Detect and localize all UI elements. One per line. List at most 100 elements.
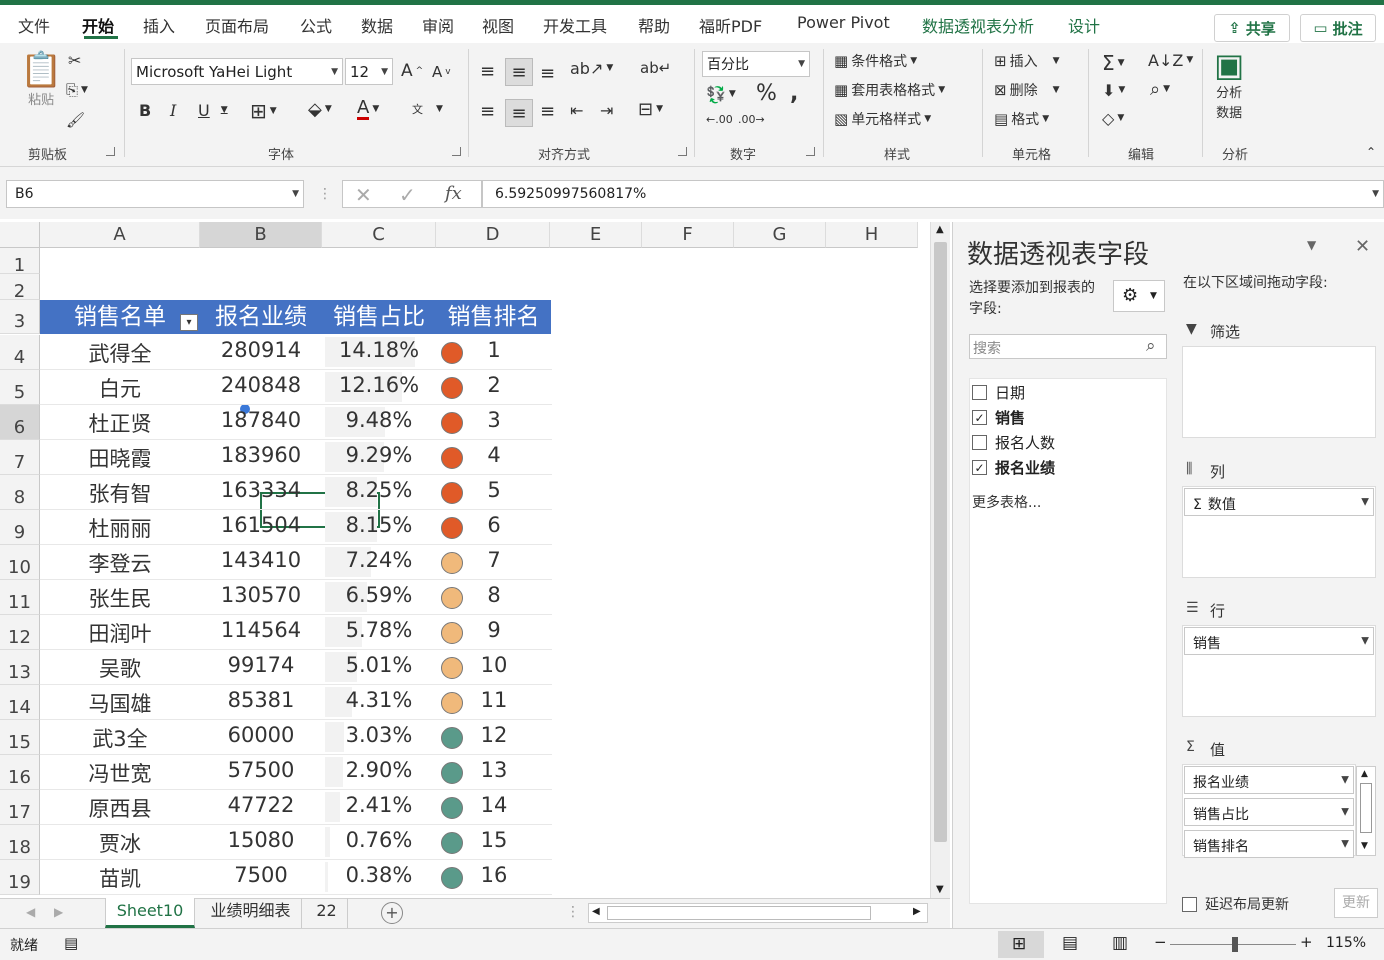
tab-view[interactable]: 视图 <box>482 13 514 37</box>
field-item[interactable]: ✓ 销售 <box>972 407 1025 428</box>
cell-name[interactable]: 苗凯 <box>40 863 200 893</box>
comma-style-icon[interactable]: , <box>790 81 798 106</box>
filter-dropdown-icon[interactable]: ▾ <box>180 314 198 331</box>
field-settings-button[interactable]: ⚙ ▼ <box>1113 280 1165 312</box>
add-sheet-icon[interactable]: + <box>381 902 403 924</box>
cell-share[interactable]: 8.15% <box>322 513 436 537</box>
cell-styles-button[interactable]: ▧ 单元格样式 ▼ <box>834 109 931 129</box>
columns-item-values[interactable]: Σ 数值 ▼ <box>1184 488 1374 516</box>
scroll-thumb[interactable] <box>934 242 947 842</box>
more-tables-link[interactable]: 更多表格... <box>972 492 1041 512</box>
decrease-indent-icon[interactable]: ⇤ <box>570 101 583 120</box>
insert-function-icon[interactable]: fx <box>445 183 462 204</box>
align-center-icon[interactable]: ≡ <box>505 99 533 127</box>
cell-rank[interactable]: 15 <box>470 828 518 852</box>
cell-share[interactable]: 14.18% <box>322 338 436 362</box>
decrease-font-icon[interactable]: Av <box>432 63 451 81</box>
vertical-scrollbar[interactable]: ▲ ▼ <box>930 222 950 900</box>
column-header-c[interactable]: C <box>322 222 436 248</box>
cell-rank[interactable]: 13 <box>470 758 518 782</box>
cell-share[interactable]: 6.59% <box>322 583 436 607</box>
analyze-data-button[interactable]: ▣ 分析 数据 <box>1214 49 1244 121</box>
horizontal-scrollbar[interactable]: ◀ ▶ <box>588 903 928 923</box>
increase-font-icon[interactable]: A ^ <box>401 61 423 81</box>
row-header-12[interactable]: 12 <box>0 615 40 650</box>
tab-developer[interactable]: 开发工具 <box>543 13 607 37</box>
values-scrollbar[interactable]: ▲ ▼ <box>1356 766 1376 856</box>
tab-insert[interactable]: 插入 <box>143 13 175 37</box>
sheet-tab-22[interactable]: 22 <box>306 898 348 928</box>
cell-value[interactable]: 130570 <box>200 583 322 607</box>
row-header-11[interactable]: 11 <box>0 580 40 615</box>
table-header-cell[interactable]: 销售占比 <box>322 300 436 334</box>
more-options-icon[interactable]: ⋮ <box>318 186 332 202</box>
row-header-17[interactable]: 17 <box>0 790 40 825</box>
sheet-tab-details[interactable]: 业绩明细表 <box>200 898 302 928</box>
row-header-4[interactable]: 4 <box>0 335 40 370</box>
checkbox[interactable]: ✓ <box>972 460 987 475</box>
tab-page-layout[interactable]: 页面布局 <box>205 13 269 37</box>
tab-formulas[interactable]: 公式 <box>300 13 332 37</box>
cell-rank[interactable]: 14 <box>470 793 518 817</box>
row-header-13[interactable]: 13 <box>0 650 40 685</box>
cell-value[interactable]: 47722 <box>200 793 322 817</box>
column-header-d[interactable]: D <box>436 222 550 248</box>
cell-value[interactable]: 60000 <box>200 723 322 747</box>
share-button[interactable]: ⇪ 共享 <box>1214 14 1290 42</box>
scroll-up-icon[interactable]: ▲ <box>1361 769 1368 779</box>
field-search-input[interactable]: 搜索 ⌕ <box>969 334 1167 359</box>
cell-value[interactable]: 161504 <box>200 513 322 537</box>
cell-name[interactable]: 张有智 <box>40 478 200 508</box>
cell-value[interactable]: 114564 <box>200 618 322 642</box>
cell-rank[interactable]: 11 <box>470 688 518 712</box>
close-icon[interactable]: ✕ <box>1355 236 1370 257</box>
align-middle-icon[interactable]: ≡ <box>505 58 533 86</box>
font-color-icon[interactable]: A ▼ <box>357 99 379 120</box>
find-select-icon[interactable]: ⌕ ▼ <box>1150 79 1170 100</box>
filters-area[interactable] <box>1182 346 1376 438</box>
cell-rank[interactable]: 16 <box>470 863 518 887</box>
cell-share[interactable]: 12.16% <box>322 373 436 397</box>
cell-rank[interactable]: 3 <box>470 408 518 432</box>
cell-rank[interactable]: 1 <box>470 338 518 362</box>
font-launcher-icon[interactable] <box>452 147 461 156</box>
cell-name[interactable]: 吴歌 <box>40 653 200 683</box>
row-header-16[interactable]: 16 <box>0 755 40 790</box>
fill-color-icon[interactable]: ⬙ ▼ <box>308 99 332 120</box>
italic-icon[interactable]: I <box>170 101 176 120</box>
cell-value[interactable]: 280914 <box>200 338 322 362</box>
zoom-in-icon[interactable]: + <box>1300 933 1313 951</box>
checkbox[interactable] <box>972 435 987 450</box>
next-sheet-icon[interactable]: ▶ <box>54 905 63 919</box>
cell-value[interactable]: 99174 <box>200 653 322 677</box>
page-break-view-icon[interactable]: ▥ <box>1112 933 1128 953</box>
scroll-right-icon[interactable]: ▶ <box>913 906 921 917</box>
sheet-tab-sheet10[interactable]: Sheet10 <box>105 898 195 928</box>
font-size-select[interactable]: 12 ▼ <box>345 58 393 85</box>
cell-value[interactable]: 183960 <box>200 443 322 467</box>
field-item[interactable]: 报名人数 <box>972 432 1055 453</box>
cell-name[interactable]: 马国雄 <box>40 688 200 718</box>
formula-input[interactable]: 6.59250997560817% ▼ <box>482 180 1384 208</box>
cell-share[interactable]: 2.90% <box>322 758 436 782</box>
table-header-cell[interactable]: 销售排名 <box>436 300 551 334</box>
increase-decimal-icon[interactable]: ←.00 <box>706 113 733 126</box>
orientation-icon[interactable]: ab↗ ▼ <box>570 59 613 78</box>
cell-share[interactable]: 4.31% <box>322 688 436 712</box>
row-header-14[interactable]: 14 <box>0 685 40 720</box>
wrap-text-icon[interactable]: ab↵ <box>640 59 671 77</box>
cell-share[interactable]: 9.48% <box>322 408 436 432</box>
cell-share[interactable]: 2.41% <box>322 793 436 817</box>
tab-file[interactable]: 文件 <box>18 13 50 37</box>
table-header-cell[interactable]: 报名业绩 <box>200 300 322 334</box>
autosum-icon[interactable]: Σ ▼ <box>1102 51 1125 75</box>
row-header-2[interactable]: 2 <box>0 274 40 302</box>
row-header-1[interactable]: 1 <box>0 248 40 276</box>
insert-cells-button[interactable]: ⊞ 插入 ▼ <box>994 51 1060 71</box>
delete-cells-button[interactable]: ⊠ 删除 ▼ <box>994 80 1060 100</box>
scroll-up-icon[interactable]: ▲ <box>936 224 944 235</box>
pane-options-icon[interactable]: ▼ <box>1307 238 1316 252</box>
cell-share[interactable]: 0.76% <box>322 828 436 852</box>
update-button[interactable]: 更新 <box>1334 888 1378 918</box>
cell-rank[interactable]: 7 <box>470 548 518 572</box>
